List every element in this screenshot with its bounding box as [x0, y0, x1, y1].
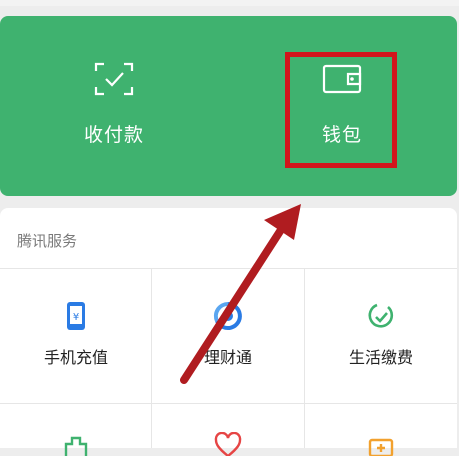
services-title: 腾讯服务 [17, 232, 78, 250]
charity-icon[interactable] [214, 432, 242, 456]
services-card: 腾讯服务 ¥ 手机充值 理财通 生活缴费 [0, 208, 457, 456]
service-utility-bill[interactable]: 生活缴费 [305, 268, 457, 403]
wallet-highlight-box [285, 52, 397, 168]
svg-text:¥: ¥ [73, 312, 79, 323]
service-label: 手机充值 [43, 348, 108, 367]
service-label: 生活缴费 [348, 348, 413, 367]
utility-bill-icon [368, 303, 394, 328]
receive-pay-button[interactable]: 收付款 [0, 16, 228, 196]
service-mobile-topup[interactable]: ¥ 手机充值 [0, 268, 152, 403]
city-services-icon[interactable] [62, 432, 90, 456]
scan-pay-icon [94, 62, 134, 96]
divider [0, 403, 457, 404]
receive-pay-label: 收付款 [83, 124, 144, 146]
service-label: 理财通 [203, 348, 252, 367]
service-wealth[interactable]: 理财通 [152, 268, 304, 403]
wealth-icon [213, 301, 242, 330]
top-strip [0, 0, 459, 6]
medical-icon[interactable] [367, 432, 395, 456]
mobile-topup-icon: ¥ [67, 302, 85, 330]
